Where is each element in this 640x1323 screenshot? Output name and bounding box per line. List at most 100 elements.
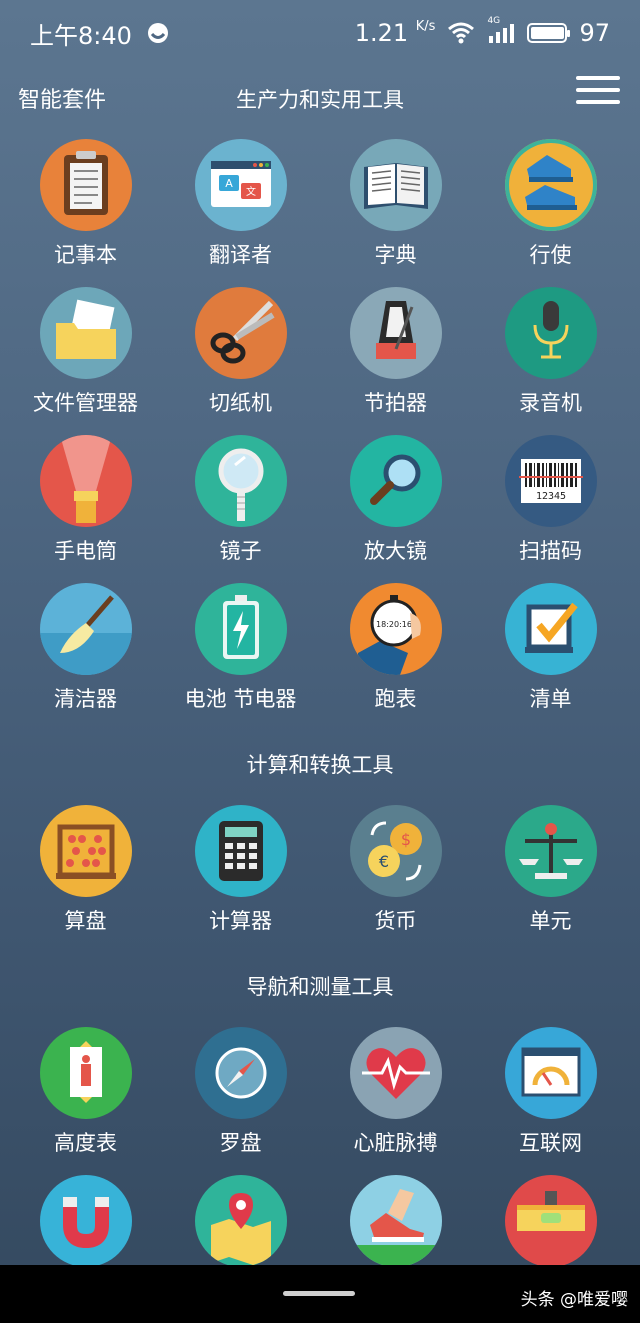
flashlight-icon <box>39 435 132 527</box>
tool-label: 记事本 <box>54 243 117 267</box>
tool-magnifier[interactable]: 放大镜 <box>318 433 473 581</box>
tool-notepad[interactable]: 记事本 <box>8 137 163 285</box>
tool-label: 清洁器 <box>54 687 117 711</box>
battery-icon <box>194 583 287 675</box>
notepad-icon <box>39 139 132 231</box>
tool-label: 放大镜 <box>364 539 427 563</box>
heart-pulse-icon <box>349 1027 442 1119</box>
tool-label: 录音机 <box>519 391 582 415</box>
barcode-icon: 12345 <box>504 435 597 527</box>
scale-icon <box>504 805 597 897</box>
tool-translator[interactable]: A文 翻译者 <box>163 137 318 285</box>
metronome-icon <box>349 287 442 379</box>
tool-checklist[interactable]: 清单 <box>473 581 628 729</box>
battery-icon <box>527 23 571 43</box>
tool-cleaner[interactable]: 清洁器 <box>8 581 163 729</box>
currency-icon: $ € <box>349 805 442 897</box>
svg-text:18:20:16: 18:20:16 <box>376 620 412 629</box>
microphone-icon <box>504 287 597 379</box>
stopwatch-icon: 18:20:16 <box>349 583 442 675</box>
svg-text:文: 文 <box>246 185 256 198</box>
tool-abacus[interactable]: 算盘 <box>8 803 163 951</box>
tool-label: 跑表 <box>374 687 417 711</box>
tool-label: 计算器 <box>209 909 272 933</box>
scissors-icon <box>194 287 287 379</box>
tool-label: 高度表 <box>54 1131 117 1155</box>
status-time: 上午8:40 <box>30 21 132 50</box>
section-title-nav: 导航和测量工具 <box>246 975 394 999</box>
status-bar: 上午8:40 1.21 K/s 4G 97 <box>0 0 640 66</box>
network-speed: 1.21 K/s <box>354 19 436 47</box>
tool-battery-saver[interactable]: 电池 节电器 <box>163 581 318 729</box>
tool-paper-cutter[interactable]: 切纸机 <box>163 285 318 433</box>
translator-icon: A文 <box>194 139 287 231</box>
productivity-grid: 记事本 A文 翻译者 字典 行使 文件管理器 切纸机 节拍器 录音机 手电筒 镜… <box>0 137 640 729</box>
section-title-calc: 计算和转换工具 <box>246 753 394 777</box>
app-notification-icon <box>146 21 170 45</box>
tool-label: 清单 <box>529 687 572 711</box>
map-pin-icon <box>194 1175 287 1267</box>
tool-stopwatch[interactable]: 18:20:16 跑表 <box>318 581 473 729</box>
tool-label: 单元 <box>529 909 572 933</box>
tool-label: 算盘 <box>64 909 107 933</box>
tool-label: 扫描码 <box>519 539 582 563</box>
tool-file-manager[interactable]: 文件管理器 <box>8 285 163 433</box>
tool-label: 电池 节电器 <box>184 687 297 711</box>
navigation-bar: 头条 @唯爱嘤 <box>0 1265 640 1323</box>
sneaker-icon <box>504 139 597 231</box>
tool-label: 翻译者 <box>209 243 272 267</box>
section-title-productivity: 生产力和实用工具 <box>236 88 404 112</box>
tool-exercise[interactable]: 行使 <box>473 137 628 285</box>
tool-units[interactable]: 单元 <box>473 803 628 951</box>
wifi-icon <box>447 22 475 44</box>
calculator-icon <box>194 805 287 897</box>
tool-internet[interactable]: 互联网 <box>473 1025 628 1173</box>
tool-metronome[interactable]: 节拍器 <box>318 285 473 433</box>
compass-icon <box>194 1027 287 1119</box>
battery-level: 97 <box>579 19 610 47</box>
tool-label: 字典 <box>374 243 417 267</box>
watermark: 头条 @唯爱嘤 <box>520 1290 628 1310</box>
svg-text:12345: 12345 <box>535 491 565 502</box>
tool-heart-rate[interactable]: 心脏脉搏 <box>318 1025 473 1173</box>
tool-mirror[interactable]: 镜子 <box>163 433 318 581</box>
broom-icon <box>39 583 132 675</box>
dictionary-icon <box>349 139 442 231</box>
svg-text:$: $ <box>400 830 410 849</box>
menu-button[interactable] <box>576 76 620 108</box>
abacus-icon <box>39 805 132 897</box>
mirror-icon <box>194 435 287 527</box>
home-indicator[interactable] <box>283 1291 355 1296</box>
menu-icon-line <box>576 88 620 92</box>
tool-label: 切纸机 <box>209 391 272 415</box>
folder-icon <box>39 287 132 379</box>
tool-flashlight[interactable]: 手电筒 <box>8 433 163 581</box>
svg-text:€: € <box>378 852 388 871</box>
tool-label: 文件管理器 <box>33 391 138 415</box>
tool-label: 罗盘 <box>219 1131 262 1155</box>
spirit-level-icon <box>504 1175 597 1267</box>
magnifier-icon <box>349 435 442 527</box>
checklist-icon <box>504 583 597 675</box>
tool-label: 手电筒 <box>54 539 117 563</box>
tool-compass[interactable]: 罗盘 <box>163 1025 318 1173</box>
calc-grid: 算盘 计算器 $ € 货币 单元 <box>0 803 640 951</box>
tool-calculator[interactable]: 计算器 <box>163 803 318 951</box>
tool-recorder[interactable]: 录音机 <box>473 285 628 433</box>
running-shoe-icon <box>349 1175 442 1267</box>
speedometer-icon <box>504 1027 597 1119</box>
tool-label: 心脏脉搏 <box>353 1131 438 1155</box>
elevator-icon <box>39 1027 132 1119</box>
tool-label: 货币 <box>374 909 417 933</box>
tool-dictionary[interactable]: 字典 <box>318 137 473 285</box>
top-bar: 智能套件 生产力和实用工具 <box>0 72 640 120</box>
magnet-icon <box>39 1175 132 1267</box>
signal-icon: 4G <box>487 16 515 44</box>
tool-label: 镜子 <box>219 539 262 563</box>
menu-icon-line <box>576 100 620 104</box>
tool-altimeter[interactable]: 高度表 <box>8 1025 163 1173</box>
menu-icon <box>576 76 620 80</box>
tool-currency[interactable]: $ € 货币 <box>318 803 473 951</box>
tool-label: 节拍器 <box>364 391 427 415</box>
tool-scanner[interactable]: 12345 扫描码 <box>473 433 628 581</box>
